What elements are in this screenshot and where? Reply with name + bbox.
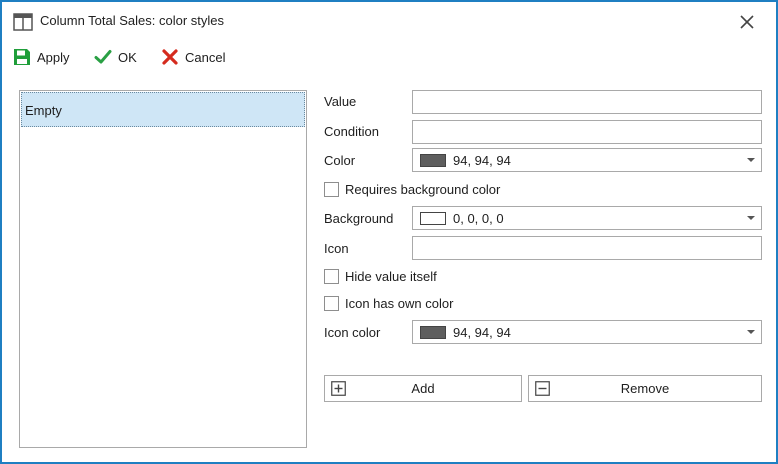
chevron-down-icon[interactable] [747,330,755,334]
color-value: 94, 94, 94 [453,153,511,168]
chevron-down-icon[interactable] [747,216,755,220]
remove-button[interactable]: Remove [528,375,762,402]
hide-value-checkbox-row[interactable]: Hide value itself [324,267,437,285]
checkmark-icon [94,50,112,64]
requires-background-label: Requires background color [345,181,501,197]
ok-label: OK [118,49,137,65]
color-styles-dialog: Column Total Sales: color styles Apply O… [0,0,778,464]
background-value: 0, 0, 0, 0 [453,211,504,226]
requires-background-checkbox-row[interactable]: Requires background color [324,180,500,198]
list-item-label: Empty [25,103,62,118]
icon-label: Icon [324,241,349,256]
apply-button[interactable]: Apply [13,46,70,68]
background-swatch [420,212,446,225]
window-columns-icon [13,13,33,31]
styles-list[interactable]: Empty [19,90,307,448]
color-dropdown[interactable]: 94, 94, 94 [412,148,762,172]
requires-background-checkbox[interactable] [324,181,339,197]
color-swatch [420,154,446,167]
icon-color-value: 94, 94, 94 [453,325,511,340]
list-item[interactable]: Empty [21,92,305,127]
background-dropdown[interactable]: 0, 0, 0, 0 [412,206,762,230]
cancel-button[interactable]: Cancel [161,46,225,68]
icon-own-color-label: Icon has own color [345,295,454,311]
hide-value-label: Hide value itself [345,268,437,284]
title-bar: Column Total Sales: color styles [2,2,776,40]
condition-label: Condition [324,124,379,139]
icon-color-label: Icon color [324,325,381,340]
chevron-down-icon[interactable] [747,158,755,162]
icon-own-color-checkbox-row[interactable]: Icon has own color [324,294,453,312]
condition-input[interactable] [412,120,762,144]
remove-label: Remove [620,381,670,396]
close-icon[interactable] [735,10,759,34]
icon-input[interactable] [412,236,762,260]
value-label: Value [324,94,357,109]
ok-button[interactable]: OK [94,46,137,68]
toolbar: Apply OK Cancel [2,42,776,72]
add-button[interactable]: Add [324,375,522,402]
value-input[interactable] [412,90,762,114]
color-label: Color [324,153,356,168]
background-label: Background [324,211,394,226]
hide-value-checkbox[interactable] [324,268,339,284]
icon-color-swatch [420,326,446,339]
cross-icon [162,49,178,65]
icon-own-color-checkbox[interactable] [324,295,339,311]
icon-color-dropdown[interactable]: 94, 94, 94 [412,320,762,344]
add-label: Add [411,381,435,396]
cancel-label: Cancel [185,49,226,65]
apply-label: Apply [37,49,70,65]
save-icon [14,49,30,65]
window-title: Column Total Sales: color styles [40,13,225,28]
